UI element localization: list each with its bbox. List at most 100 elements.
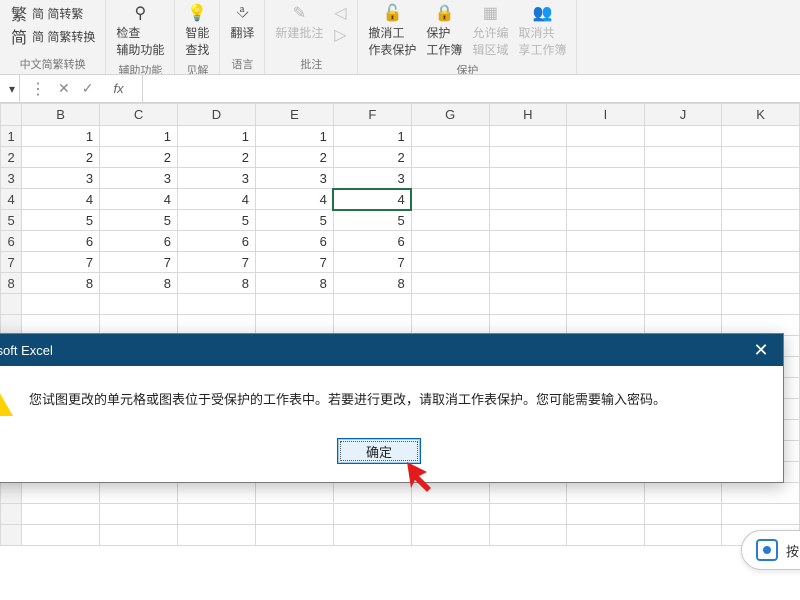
translate[interactable]: ⎀翻译 xyxy=(228,2,256,43)
column-header[interactable]: F xyxy=(333,104,411,126)
cell[interactable]: 5 xyxy=(255,210,333,231)
cell[interactable]: 2 xyxy=(255,147,333,168)
column-header[interactable]: B xyxy=(22,104,100,126)
cell[interactable] xyxy=(644,189,722,210)
cell[interactable] xyxy=(644,126,722,147)
cell[interactable] xyxy=(411,483,489,504)
row-header[interactable]: 8 xyxy=(1,273,22,294)
cell[interactable]: 3 xyxy=(100,168,178,189)
cell[interactable] xyxy=(567,525,645,546)
cell[interactable] xyxy=(411,231,489,252)
row-header[interactable]: 1 xyxy=(1,126,22,147)
cell[interactable]: 8 xyxy=(333,273,411,294)
cell[interactable] xyxy=(333,294,411,315)
cell[interactable] xyxy=(255,525,333,546)
cell[interactable] xyxy=(722,168,800,189)
column-header[interactable]: E xyxy=(255,104,333,126)
cell[interactable] xyxy=(489,294,567,315)
cell[interactable]: 3 xyxy=(255,168,333,189)
cell[interactable] xyxy=(411,189,489,210)
cell[interactable] xyxy=(644,252,722,273)
cell[interactable]: 6 xyxy=(178,231,256,252)
enter-icon[interactable]: ✓ xyxy=(82,80,94,97)
cell[interactable]: 5 xyxy=(100,210,178,231)
cell[interactable]: 1 xyxy=(333,126,411,147)
floating-action-button[interactable]: 按 xyxy=(741,530,800,570)
cell[interactable] xyxy=(722,252,800,273)
cell[interactable] xyxy=(489,252,567,273)
cell[interactable] xyxy=(644,210,722,231)
cell[interactable]: 6 xyxy=(255,231,333,252)
row-header[interactable]: 7 xyxy=(1,252,22,273)
cell[interactable]: 4 xyxy=(178,189,256,210)
cell[interactable] xyxy=(722,273,800,294)
cell[interactable] xyxy=(255,294,333,315)
cell[interactable] xyxy=(567,231,645,252)
cell[interactable] xyxy=(489,126,567,147)
cell[interactable]: 5 xyxy=(178,210,256,231)
smart-lookup[interactable]: 💡智能 查找 xyxy=(183,2,211,60)
cell[interactable] xyxy=(644,483,722,504)
cell[interactable] xyxy=(100,294,178,315)
check-accessibility[interactable]: ⚲检查 辅助功能 xyxy=(114,2,166,60)
cell[interactable] xyxy=(333,504,411,525)
cell[interactable] xyxy=(644,231,722,252)
row-header[interactable]: 4 xyxy=(1,189,22,210)
cell[interactable]: 2 xyxy=(100,147,178,168)
cell[interactable] xyxy=(22,525,100,546)
cell[interactable]: 6 xyxy=(22,231,100,252)
cell[interactable] xyxy=(489,483,567,504)
cell[interactable] xyxy=(489,147,567,168)
cell[interactable] xyxy=(178,504,256,525)
cell[interactable] xyxy=(22,483,100,504)
cell[interactable] xyxy=(255,504,333,525)
cell[interactable] xyxy=(411,504,489,525)
row-header[interactable] xyxy=(1,525,22,546)
cell[interactable] xyxy=(411,252,489,273)
cell[interactable] xyxy=(489,504,567,525)
cell[interactable] xyxy=(489,525,567,546)
cell[interactable]: 7 xyxy=(255,252,333,273)
cell[interactable] xyxy=(567,126,645,147)
cell[interactable] xyxy=(178,483,256,504)
cell[interactable]: 7 xyxy=(333,252,411,273)
cell[interactable] xyxy=(489,210,567,231)
cell[interactable] xyxy=(644,147,722,168)
cell[interactable]: 7 xyxy=(22,252,100,273)
row-header[interactable]: 2 xyxy=(1,147,22,168)
cell[interactable] xyxy=(567,210,645,231)
cell[interactable] xyxy=(567,273,645,294)
cell[interactable] xyxy=(100,504,178,525)
cell[interactable] xyxy=(644,273,722,294)
cell[interactable] xyxy=(22,504,100,525)
cell[interactable]: 4 xyxy=(100,189,178,210)
cell[interactable] xyxy=(100,525,178,546)
cell[interactable]: 8 xyxy=(178,273,256,294)
cell[interactable]: 7 xyxy=(178,252,256,273)
cell[interactable]: 3 xyxy=(178,168,256,189)
cell[interactable] xyxy=(644,504,722,525)
ok-button[interactable]: 确定 xyxy=(337,438,421,464)
row-header[interactable]: 5 xyxy=(1,210,22,231)
cell[interactable] xyxy=(567,189,645,210)
cell[interactable] xyxy=(100,483,178,504)
cell[interactable] xyxy=(722,126,800,147)
cell[interactable] xyxy=(255,483,333,504)
cell[interactable]: 5 xyxy=(22,210,100,231)
unprotect-sheet[interactable]: 🔓撤消工 作表保护 xyxy=(366,2,418,60)
cell[interactable]: 4 xyxy=(22,189,100,210)
cell[interactable]: 7 xyxy=(100,252,178,273)
cell[interactable] xyxy=(411,147,489,168)
cell[interactable] xyxy=(411,525,489,546)
cell[interactable]: 8 xyxy=(22,273,100,294)
column-header[interactable]: C xyxy=(100,104,178,126)
pivot-icon[interactable]: ⋮ xyxy=(30,79,46,99)
cell[interactable] xyxy=(722,189,800,210)
cell[interactable] xyxy=(411,168,489,189)
cell[interactable] xyxy=(333,483,411,504)
cell[interactable] xyxy=(722,231,800,252)
cell[interactable]: 1 xyxy=(22,126,100,147)
cell[interactable] xyxy=(644,168,722,189)
cell[interactable] xyxy=(644,525,722,546)
row-header[interactable] xyxy=(1,294,22,315)
